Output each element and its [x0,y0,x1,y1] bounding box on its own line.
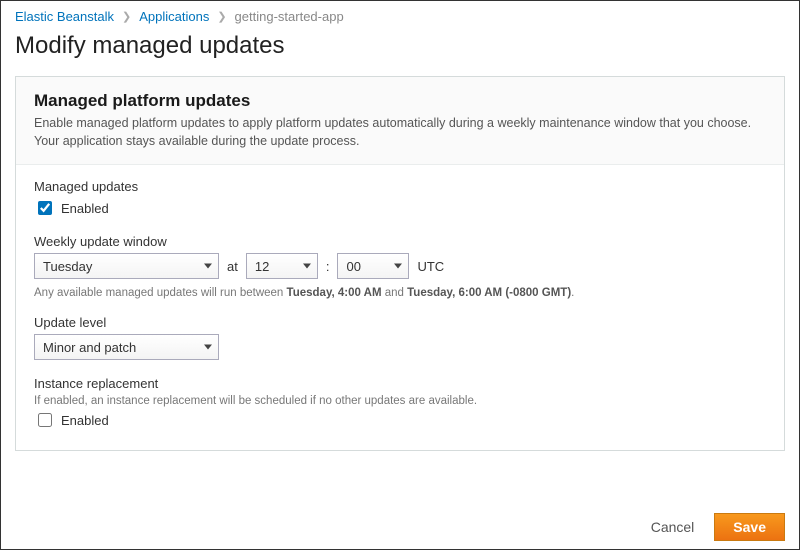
weekly-day-select[interactable]: Tuesday [34,253,219,279]
breadcrumb-link-service[interactable]: Elastic Beanstalk [15,9,114,24]
caret-down-icon [394,264,402,269]
weekly-minute-select[interactable]: 00 [337,253,409,279]
save-button[interactable]: Save [714,513,785,541]
breadcrumb-current: getting-started-app [235,9,344,24]
weekly-minute-value: 00 [346,259,360,274]
timezone-label: UTC [417,259,444,274]
panel-description: Enable managed platform updates to apply… [34,115,766,150]
managed-updates-enabled-checkbox[interactable] [38,201,52,215]
update-level-select[interactable]: Minor and patch [34,334,219,360]
managed-updates-panel: Managed platform updates Enable managed … [15,76,785,451]
instance-replacement-label: Instance replacement [34,376,766,391]
instance-replacement-enabled-checkbox[interactable] [38,413,52,427]
chevron-right-icon: ❯ [217,10,226,23]
instance-replacement-enabled-label: Enabled [61,413,109,428]
weekly-hour-select[interactable]: 12 [246,253,318,279]
instance-replacement-hint: If enabled, an instance replacement will… [34,395,766,407]
cancel-button[interactable]: Cancel [651,519,695,535]
weekly-window-hint: Any available managed updates will run b… [34,287,766,299]
weekly-hour-value: 12 [255,259,269,274]
update-level-value: Minor and patch [43,340,136,355]
panel-title: Managed platform updates [34,91,766,111]
update-level-label: Update level [34,315,766,330]
page-title: Modify managed updates [15,32,785,60]
colon-label: : [326,259,330,274]
footer-actions: Cancel Save [651,513,785,541]
weekly-day-value: Tuesday [43,259,92,274]
breadcrumb-link-applications[interactable]: Applications [139,9,209,24]
weekly-window-label: Weekly update window [34,234,766,249]
breadcrumb: Elastic Beanstalk ❯ Applications ❯ getti… [15,9,785,24]
caret-down-icon [204,264,212,269]
caret-down-icon [303,264,311,269]
chevron-right-icon: ❯ [122,10,131,23]
managed-updates-label: Managed updates [34,179,766,194]
managed-updates-enabled-label: Enabled [61,201,109,216]
caret-down-icon [204,345,212,350]
at-label: at [227,259,238,274]
